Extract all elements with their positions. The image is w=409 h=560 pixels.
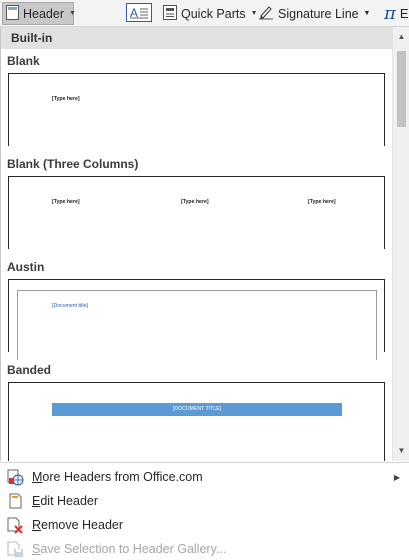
header-menu: More Headers from Office.com ▶ Edit Head… bbox=[0, 462, 409, 560]
placeholder-text: [Type here] bbox=[52, 96, 80, 102]
austin-page-frame bbox=[17, 290, 377, 360]
edit-header-menu-item[interactable]: Edit Header bbox=[0, 489, 409, 513]
gallery-item-label: Blank (Three Columns) bbox=[7, 157, 139, 171]
header-button-label: Header bbox=[23, 6, 64, 21]
save-selection-menu-item[interactable]: Save Selection to Header Gallery... bbox=[0, 537, 409, 560]
placeholder-text: [Type here] bbox=[308, 199, 336, 205]
document-title-placeholder: [Document title] bbox=[52, 303, 89, 309]
equation-button[interactable]: π E bbox=[384, 2, 409, 25]
menu-item-label: Remove Header bbox=[32, 518, 124, 532]
remove-header-menu-item[interactable]: Remove Header bbox=[0, 513, 409, 537]
quick-parts-button[interactable]: Quick Parts ▼ bbox=[163, 2, 258, 25]
menu-item-label: Save Selection to Header Gallery... bbox=[32, 542, 227, 556]
remove-header-icon bbox=[5, 515, 25, 535]
edit-header-icon bbox=[5, 491, 25, 511]
ribbon-strip: Header ▼ A Quick Parts ▼ Signature Line … bbox=[0, 0, 409, 27]
gallery-item-banded[interactable]: [DOCUMENT TITLE] bbox=[8, 382, 385, 461]
chevron-down-icon: ▼ bbox=[69, 10, 76, 17]
header-gallery: Built-in Blank [Type here] Blank (Three … bbox=[0, 27, 409, 461]
gallery-item-austin[interactable]: [Document title] bbox=[8, 279, 385, 360]
pi-icon: π bbox=[384, 3, 396, 24]
gallery-item-label: Austin bbox=[7, 260, 45, 274]
header-icon bbox=[6, 4, 19, 23]
office-globe-icon bbox=[5, 467, 25, 487]
menu-item-label: Edit Header bbox=[32, 494, 99, 508]
save-selection-icon bbox=[5, 539, 25, 559]
signature-dropdown-button[interactable]: ▼ bbox=[360, 2, 374, 25]
chevron-down-icon: ▼ bbox=[363, 10, 371, 17]
gallery-scrollbar[interactable]: ▲ ▼ bbox=[392, 27, 409, 461]
more-headers-menu-item[interactable]: More Headers from Office.com ▶ bbox=[0, 465, 409, 489]
quick-parts-icon bbox=[163, 4, 177, 23]
placeholder-text: [Type here] bbox=[52, 199, 80, 205]
signature-pen-icon bbox=[258, 4, 274, 23]
text-box-icon: A bbox=[126, 2, 152, 25]
placeholder-text: [Type here] bbox=[181, 199, 209, 205]
signature-line-button[interactable]: Signature Line bbox=[258, 2, 359, 25]
scroll-down-arrow-icon[interactable]: ▼ bbox=[395, 444, 408, 458]
scrollbar-thumb[interactable] bbox=[397, 51, 406, 127]
gallery-item-label: Banded bbox=[7, 363, 52, 377]
gallery-item-blank[interactable]: [Type here] bbox=[8, 73, 385, 146]
quick-parts-label: Quick Parts bbox=[181, 6, 246, 21]
document-title-placeholder: [DOCUMENT TITLE] bbox=[52, 403, 342, 416]
menu-item-label: More Headers from Office.com bbox=[32, 470, 203, 484]
scroll-up-arrow-icon[interactable]: ▲ bbox=[395, 30, 408, 44]
gallery-item-label: Blank bbox=[7, 54, 40, 68]
text-box-button[interactable]: A bbox=[124, 2, 154, 25]
section-header-built-in: Built-in bbox=[1, 27, 393, 49]
gallery-item-blank-three-columns[interactable]: [Type here] [Type here] [Type here] bbox=[8, 176, 385, 249]
signature-line-label: Signature Line bbox=[278, 6, 359, 21]
submenu-arrow-icon: ▶ bbox=[393, 472, 400, 482]
chevron-down-icon: ▼ bbox=[250, 10, 258, 17]
equation-label: E bbox=[399, 6, 409, 21]
header-button[interactable]: Header ▼ bbox=[2, 2, 76, 25]
